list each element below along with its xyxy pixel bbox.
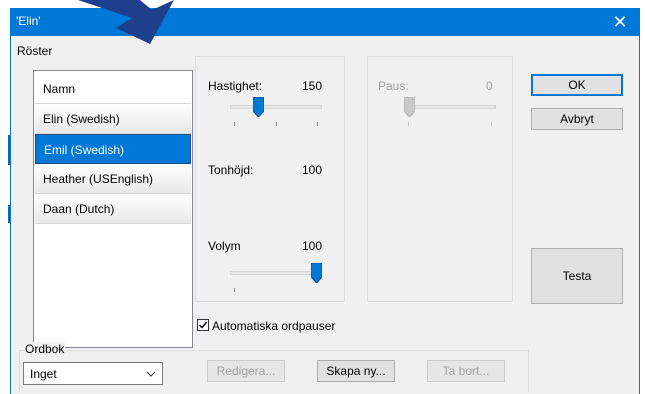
auto-pauses-checkbox[interactable] xyxy=(197,319,209,331)
window-title: 'Elin' xyxy=(16,14,41,28)
chevron-down-icon[interactable] xyxy=(146,371,156,377)
checkmark-icon xyxy=(199,321,208,329)
volume-label: Volym xyxy=(208,239,241,253)
pause-slider-thumb[interactable] xyxy=(404,97,415,117)
voice-item-daan[interactable]: Daan (Dutch) xyxy=(35,194,191,224)
pitch-label: Tonhöjd: xyxy=(208,163,254,177)
pause-slider-track xyxy=(404,105,496,109)
pause-tick xyxy=(408,122,409,126)
speed-slider-track xyxy=(230,105,322,109)
edit-button[interactable]: Redigera... xyxy=(207,360,285,382)
volume-slider[interactable] xyxy=(230,263,322,293)
background-edge xyxy=(0,0,10,394)
voice-item-emil[interactable]: Emil (Swedish) xyxy=(35,134,191,164)
pitch-value: 100 xyxy=(302,163,323,177)
speed-slider[interactable] xyxy=(230,97,322,127)
ok-button[interactable]: OK xyxy=(531,74,623,96)
pause-tick xyxy=(491,122,492,126)
close-button[interactable]: ✕ xyxy=(600,8,640,36)
pointer-arrow-icon xyxy=(78,0,174,44)
close-icon: ✕ xyxy=(612,12,628,32)
cancel-button[interactable]: Avbryt xyxy=(531,108,623,130)
speed-slider-thumb[interactable] xyxy=(252,97,264,117)
dictionary-select[interactable]: Inget xyxy=(23,362,163,385)
pause-label: Paus: xyxy=(378,79,409,93)
auto-pauses-label: Automatiska ordpauser xyxy=(212,319,336,333)
voice-item-heather[interactable]: Heather (USEnglish) xyxy=(35,164,191,194)
volume-value: 100 xyxy=(302,239,323,253)
speed-label: Hastighet: xyxy=(208,79,263,93)
dictionary-label: Ordbok xyxy=(24,342,66,356)
voice-params-panel: Hastighet: 150 Tonhöjd: 100 Volym 100 xyxy=(195,56,345,302)
test-button[interactable]: Testa xyxy=(531,248,623,304)
voice-list[interactable]: Namn Elin (Swedish) Emil (Swedish) Heath… xyxy=(33,70,193,348)
speed-tick xyxy=(276,122,277,126)
delete-button[interactable]: Ta bort... xyxy=(427,360,505,382)
speed-value: 150 xyxy=(302,79,323,93)
pause-panel: Paus: 0 xyxy=(367,56,513,302)
voice-settings-dialog: Röster Namn Elin (Swedish) Emil (Swedish… xyxy=(10,36,640,394)
voice-list-header: Namn xyxy=(35,74,191,104)
volume-slider-track xyxy=(230,271,322,275)
voices-group-label: Röster xyxy=(17,44,53,58)
volume-tick xyxy=(234,288,235,292)
speed-tick xyxy=(317,122,318,126)
speed-tick xyxy=(234,122,235,126)
create-button[interactable]: Skapa ny... xyxy=(317,360,395,382)
dictionary-selected-value: Inget xyxy=(30,367,57,381)
volume-slider-thumb[interactable] xyxy=(311,263,322,283)
pause-slider[interactable] xyxy=(404,97,496,127)
voice-item-elin[interactable]: Elin (Swedish) xyxy=(35,104,191,134)
pause-value: 0 xyxy=(486,79,493,93)
